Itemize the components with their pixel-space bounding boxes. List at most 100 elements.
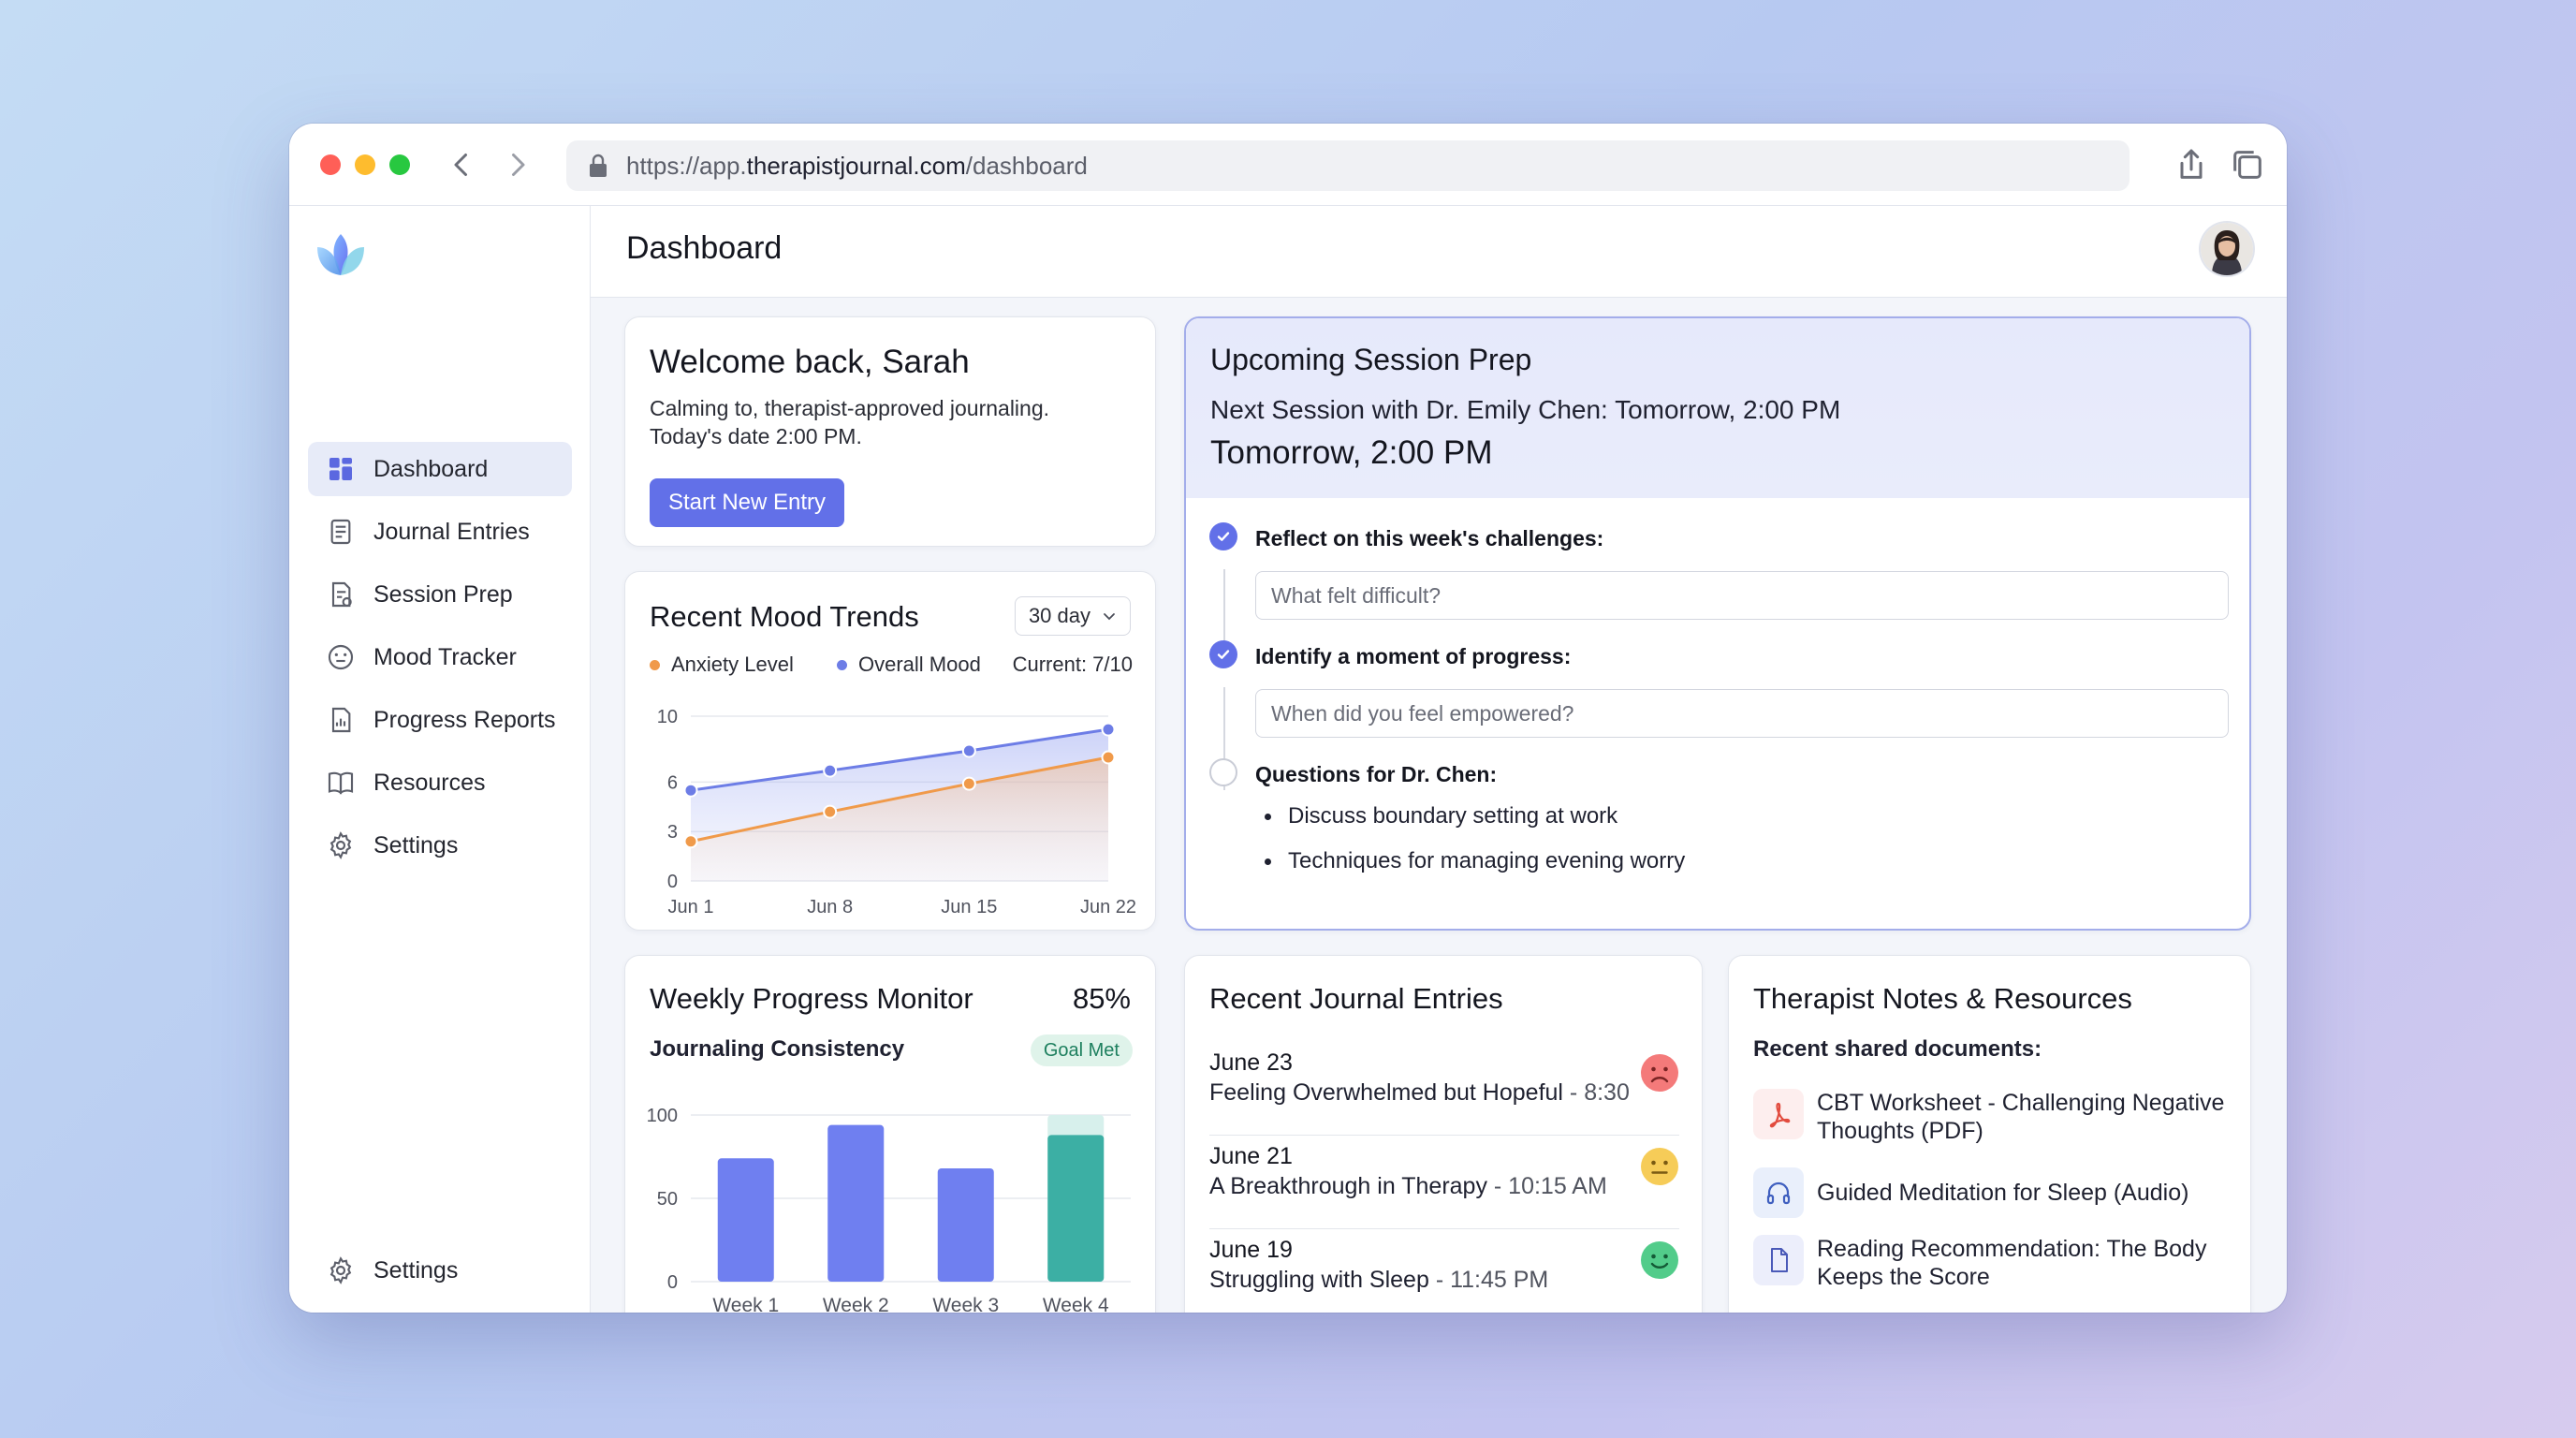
legend-swatch-anxiety [650, 659, 660, 670]
shared-document[interactable]: Guided Meditation for Sleep (Audio) [1753, 1167, 2221, 1224]
question-3-label: Questions for Dr. Chen: [1255, 762, 1498, 786]
sidebar-item-label: Progress Reports [373, 706, 556, 733]
pdf-icon-wrap [1753, 1089, 1804, 1139]
entry-title: A Breakthrough in Therapy [1209, 1173, 1487, 1199]
shared-document[interactable]: CBT Worksheet - Challenging Negative Tho… [1753, 1089, 2224, 1149]
mood-line-chart: 0 3 6 10 Jun 1 Jun 8 Jun 15 Jun 22 [657, 707, 1136, 917]
document-title: Guided Meditation for Sleep (Audio) [1817, 1180, 2189, 1206]
sidebar-item-label: Settings [373, 1256, 459, 1284]
therapist-notes-title: Therapist Notes & Resources [1753, 982, 2132, 1015]
journaling-consistency-label: Journaling Consistency [650, 1036, 905, 1062]
question-3-checkbox[interactable] [1209, 758, 1237, 786]
session-prep-card: Upcoming Session Prep Next Session with … [1184, 316, 2251, 931]
mood-icon [328, 644, 354, 670]
start-new-entry-button[interactable]: Start New Entry [650, 478, 845, 527]
headphones-icon-wrap [1753, 1167, 1804, 1218]
journal-icon [330, 519, 351, 545]
y-tick-label: 100 [647, 1106, 678, 1126]
close-window-button[interactable] [320, 154, 341, 175]
journal-entry[interactable]: June 21 A Breakthrough in Therapy - 10:1… [1209, 1136, 1679, 1229]
url-host: therapistjournal.com [746, 151, 966, 180]
data-point [961, 743, 976, 758]
journal-entry[interactable]: June 19 Struggling with Sleep - 11:45 PM [1209, 1229, 1679, 1313]
welcome-card: Welcome back, Sarah Calming to, therapis… [624, 316, 1156, 547]
data-point [683, 834, 698, 849]
gear-icon [329, 1256, 352, 1284]
sidebar-item-session-prep[interactable]: Session Prep [308, 567, 572, 622]
avatar[interactable] [2201, 223, 2253, 275]
sidebar-item-settings[interactable]: Settings [308, 818, 572, 873]
sidebar-item-journal-entries[interactable]: Journal Entries [308, 505, 572, 559]
sidebar-item-label: Resources [373, 769, 486, 796]
current-mood-score: Current: 7/10 [1012, 653, 1133, 676]
x-tick-label: Jun 22 [1080, 897, 1136, 917]
page-header: Dashboard [591, 206, 2287, 298]
weekly-progress-card: Weekly Progress Monitor 85% Journaling C… [624, 955, 1156, 1313]
goal-met-badge: Goal Met [1030, 1034, 1133, 1066]
document-title: Reading Recommendation: The Body Keeps t… [1817, 1236, 2207, 1290]
sidebar-item-label: Session Prep [373, 580, 513, 608]
sidebar-item-progress-reports[interactable]: Progress Reports [308, 693, 572, 747]
sidebar-item-label: Dashboard [373, 455, 489, 482]
sidebar-item-mood-tracker[interactable]: Mood Tracker [308, 630, 572, 684]
sidebar-item-label: Settings [373, 831, 459, 858]
journal-entry[interactable]: June 23 Feeling Overwhelmed but Hopeful … [1209, 1042, 1679, 1136]
weekly-bar-chart: 0 50 100 Week 1 Week 2 Week 3 Week 4 [647, 1106, 1131, 1312]
question-2-label: Identify a moment of progress: [1255, 644, 1572, 668]
entry-title: Struggling with Sleep [1209, 1267, 1429, 1293]
data-point [1101, 722, 1116, 737]
legend-overall: Overall Mood [837, 653, 981, 677]
bar [717, 1158, 774, 1282]
session-prep-icon [331, 581, 352, 608]
y-tick-label: 0 [667, 1272, 678, 1293]
welcome-title: Welcome back, Sarah [650, 344, 970, 380]
happy-face-icon [1641, 1241, 1678, 1279]
minimize-window-button[interactable] [355, 154, 375, 175]
shared-document[interactable]: Reading Recommendation: The Body Keeps t… [1753, 1235, 2221, 1295]
mood-trends-card: Recent Mood Trends 30 day Anxiety Level … [624, 571, 1156, 931]
legend-label: Anxiety Level [671, 653, 794, 676]
browser-window: https://app. therapistjournal.com/dashboa… [289, 124, 2287, 1313]
sidebar-bottom-settings[interactable]: Settings [308, 1243, 572, 1298]
entry-date: June 23 [1209, 1049, 1293, 1076]
user-avatar-icon [2201, 223, 2253, 275]
x-tick-label: Jun 15 [941, 897, 997, 917]
share-button[interactable] [2173, 146, 2210, 183]
welcome-line-1: Calming to, therapist-approved journalin… [650, 396, 1050, 420]
weekly-progress-title: Weekly Progress Monitor [650, 982, 973, 1015]
tabs-button[interactable] [2229, 146, 2266, 183]
chevron-down-icon [1104, 613, 1115, 621]
entry-time: - 11:45 PM [1428, 1267, 1549, 1293]
shared-documents-label: Recent shared documents: [1753, 1036, 2042, 1062]
question-bullet: Discuss boundary setting at work [1265, 803, 1617, 829]
report-icon [331, 707, 351, 733]
challenges-input[interactable] [1255, 571, 2229, 620]
range-select[interactable]: 30 day [1014, 596, 1131, 636]
x-tick-label: Week 1 [712, 1295, 779, 1312]
y-tick-label: 0 [667, 872, 678, 892]
book-icon [328, 771, 354, 795]
entry-time: - 10:15 AM [1486, 1173, 1607, 1199]
url-path: /dashboard [965, 151, 1088, 180]
y-tick-label: 6 [667, 772, 678, 793]
sidebar-item-dashboard[interactable]: Dashboard [308, 442, 572, 496]
sidebar-item-resources[interactable]: Resources [308, 756, 572, 810]
progress-input[interactable] [1255, 689, 2229, 738]
back-button[interactable] [445, 148, 478, 182]
session-prep-title: Upcoming Session Prep [1210, 343, 1532, 376]
legend-swatch-overall [837, 659, 847, 670]
maximize-window-button[interactable] [389, 154, 410, 175]
question-1-checkbox[interactable] [1209, 522, 1237, 550]
range-select-value: 30 day [1028, 604, 1090, 627]
y-tick-label: 10 [657, 707, 678, 727]
legend-label: Overall Mood [858, 653, 981, 676]
address-bar[interactable]: https://app. therapistjournal.com/dashboa… [566, 140, 2130, 191]
forward-button[interactable] [501, 148, 534, 182]
question-2-checkbox[interactable] [1209, 640, 1237, 668]
share-icon [2180, 149, 2203, 179]
browser-toolbar: https://app. therapistjournal.com/dashboa… [289, 124, 2287, 206]
lotus-logo-icon [317, 234, 364, 275]
sidebar: Dashboard Journal Entries Session Prep M… [289, 206, 591, 1313]
tabs-icon [2233, 151, 2261, 179]
y-tick-label: 50 [657, 1189, 678, 1210]
